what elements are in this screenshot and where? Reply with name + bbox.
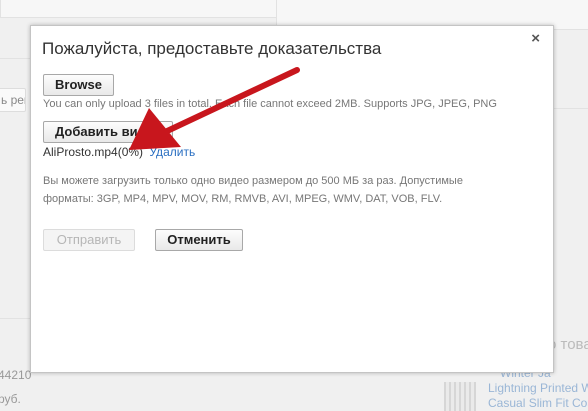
- background-text: руб.: [0, 392, 21, 406]
- uploaded-file-row: AliProsto.mp4(0%) Удалить: [43, 145, 195, 159]
- background-product-image: [444, 382, 476, 411]
- background-product-link: Casual Slim Fit Coa: [488, 396, 588, 410]
- background-card: [0, 0, 300, 18]
- dialog-title: Пожалуйста, предоставьте доказательства: [42, 39, 382, 58]
- evidence-dialog: Пожалуйста, предоставьте доказательства …: [30, 25, 554, 373]
- video-limits-note: Вы можете загрузить только одно видео ра…: [43, 175, 463, 205]
- background-divider: [554, 108, 588, 109]
- upload-limits-note: You can only upload 3 files in total. Ea…: [43, 98, 497, 110]
- background-number: 44210: [0, 368, 32, 382]
- background-product-link: Lightning Printed W: [488, 381, 588, 395]
- background-divider: [0, 318, 30, 319]
- cancel-button[interactable]: Отменить: [155, 229, 243, 251]
- background-button: ь реш: [0, 88, 26, 112]
- submit-button[interactable]: Отправить: [43, 229, 135, 251]
- delete-file-link[interactable]: Удалить: [149, 145, 195, 159]
- close-icon[interactable]: ×: [531, 30, 540, 47]
- background-side-heading: о това: [548, 336, 588, 353]
- file-name: AliProsto.mp4(0%): [43, 145, 144, 159]
- add-video-button[interactable]: Добавить видео: [43, 121, 173, 143]
- browse-button[interactable]: Browse: [43, 74, 114, 96]
- background-divider: [0, 58, 30, 59]
